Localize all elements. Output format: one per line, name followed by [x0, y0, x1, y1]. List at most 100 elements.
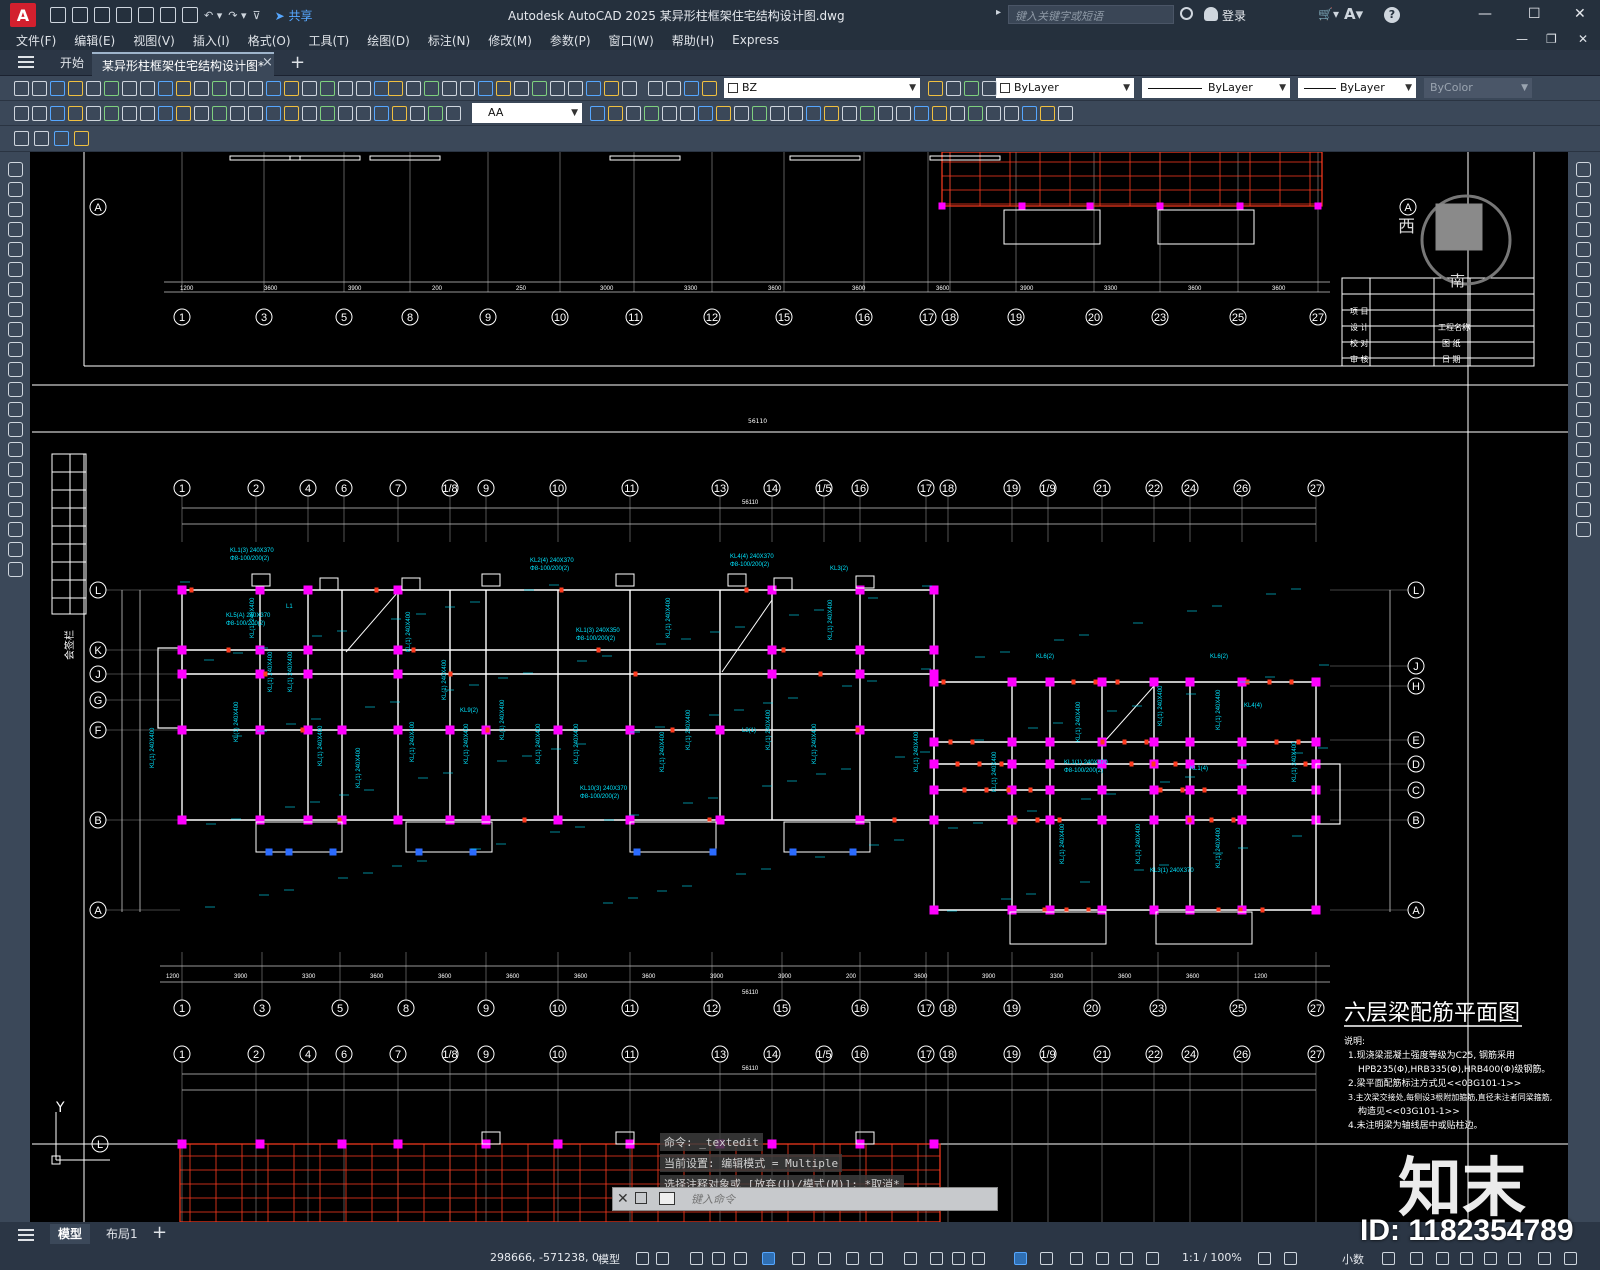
draw-tool-icon[interactable] [8, 162, 23, 177]
tool-icon[interactable] [950, 106, 965, 121]
tab-start[interactable]: 开始 [48, 50, 96, 76]
menu-insert[interactable]: 插入(I) [193, 32, 230, 49]
menu-format[interactable]: 格式(O) [248, 32, 291, 49]
file-tabs-menu-icon[interactable] [18, 56, 34, 71]
add-layout-button[interactable]: + [152, 1222, 167, 1243]
modify-tool-icon[interactable] [1576, 462, 1591, 477]
tool-icon[interactable] [968, 106, 983, 121]
draw-tool-icon[interactable] [8, 502, 23, 517]
tool-icon[interactable] [662, 106, 677, 121]
tool-icon[interactable] [806, 106, 821, 121]
modify-tool-icon[interactable] [1576, 402, 1591, 417]
doc-minimize-icon[interactable]: — [1516, 32, 1528, 46]
tool-icon[interactable] [716, 106, 731, 121]
tool-icon[interactable] [586, 81, 601, 96]
draw-tool-icon[interactable] [8, 242, 23, 257]
tool-icon[interactable] [140, 81, 155, 96]
tool-icon[interactable] [842, 106, 857, 121]
tool-icon[interactable] [608, 106, 623, 121]
tool-icon[interactable] [86, 106, 101, 121]
close-icon[interactable]: ✕ [617, 1191, 629, 1207]
tool-icon[interactable] [964, 81, 979, 96]
draw-tool-icon[interactable] [8, 362, 23, 377]
tool-icon[interactable] [532, 81, 547, 96]
customize-icon[interactable] [635, 1192, 647, 1204]
modify-tool-icon[interactable] [1576, 382, 1591, 397]
tool-icon[interactable] [176, 81, 191, 96]
tool-icon[interactable] [388, 81, 403, 96]
tool-icon[interactable] [680, 106, 695, 121]
modify-tool-icon[interactable] [1576, 162, 1591, 177]
tool-icon[interactable] [896, 106, 911, 121]
status-toggle-icon[interactable] [636, 1252, 649, 1265]
tool-icon[interactable] [122, 106, 137, 121]
status-toggle-icon[interactable] [930, 1252, 943, 1265]
tool-icon[interactable] [176, 106, 191, 121]
tool-icon[interactable] [158, 106, 173, 121]
tool-icon[interactable] [320, 106, 335, 121]
modify-tool-icon[interactable] [1576, 302, 1591, 317]
tool-icon[interactable] [982, 81, 997, 96]
cart-icon[interactable]: 🛒▾ [1318, 7, 1339, 21]
tool-icon[interactable] [478, 81, 493, 96]
command-input[interactable] [691, 1191, 981, 1208]
draw-tool-icon[interactable] [8, 542, 23, 557]
tool-icon[interactable] [428, 106, 443, 121]
modify-tool-icon[interactable] [1576, 222, 1591, 237]
status-toggle-icon[interactable] [870, 1252, 883, 1265]
tool-icon[interactable] [68, 106, 83, 121]
draw-tool-icon[interactable] [8, 442, 23, 457]
status-toggle-icon[interactable] [656, 1252, 669, 1265]
status-toggle-icon[interactable] [1096, 1252, 1109, 1265]
tool-icon[interactable] [460, 81, 475, 96]
tool-icon[interactable] [320, 81, 335, 96]
status-toggle-icon[interactable] [762, 1252, 775, 1265]
tool-icon[interactable] [374, 106, 389, 121]
modify-tool-icon[interactable] [1576, 442, 1591, 457]
tool-icon[interactable] [1004, 106, 1019, 121]
plotstyle-dropdown[interactable]: ByColor ▼ [1424, 78, 1532, 98]
tool-icon[interactable] [230, 81, 245, 96]
search-icon[interactable] [1180, 7, 1193, 20]
tab-model[interactable]: 模型 [50, 1224, 91, 1244]
modify-tool-icon[interactable] [1576, 262, 1591, 277]
tool-icon[interactable] [568, 81, 583, 96]
tool-icon[interactable] [50, 106, 65, 121]
tool-icon[interactable] [14, 131, 29, 146]
status-toggle-icon[interactable] [1460, 1252, 1473, 1265]
status-toggle-icon[interactable] [792, 1252, 805, 1265]
tool-icon[interactable] [622, 81, 637, 96]
user-icon[interactable] [1204, 7, 1218, 21]
draw-tool-icon[interactable] [8, 302, 23, 317]
tool-icon[interactable] [104, 81, 119, 96]
tool-icon[interactable] [194, 106, 209, 121]
save-icon[interactable] [94, 7, 110, 23]
status-toggle-icon[interactable] [904, 1252, 917, 1265]
minimize-icon[interactable]: — [1478, 6, 1492, 22]
modify-tool-icon[interactable] [1576, 182, 1591, 197]
status-toggle-icon[interactable] [1146, 1252, 1159, 1265]
tool-icon[interactable] [54, 131, 69, 146]
menu-help[interactable]: 帮助(H) [672, 32, 714, 49]
tool-icon[interactable] [284, 106, 299, 121]
tool-icon[interactable] [248, 81, 263, 96]
menu-express[interactable]: Express [732, 33, 779, 47]
tool-icon[interactable] [446, 106, 461, 121]
modify-tool-icon[interactable] [1576, 342, 1591, 357]
menu-file[interactable]: 文件(F) [16, 32, 56, 49]
menu-view[interactable]: 视图(V) [133, 32, 175, 49]
menu-edit[interactable]: 编辑(E) [74, 32, 115, 49]
lineweight-dropdown[interactable]: ByLayer ▼ [1298, 78, 1416, 98]
tool-icon[interactable] [86, 81, 101, 96]
tool-icon[interactable] [1022, 106, 1037, 121]
tool-icon[interactable] [986, 106, 1001, 121]
tool-icon[interactable] [734, 106, 749, 121]
tool-icon[interactable] [302, 106, 317, 121]
tool-icon[interactable] [424, 81, 439, 96]
tool-icon[interactable] [648, 81, 663, 96]
tool-icon[interactable] [514, 81, 529, 96]
menu-draw[interactable]: 绘图(D) [367, 32, 410, 49]
modify-tool-icon[interactable] [1576, 522, 1591, 537]
tool-icon[interactable] [496, 81, 511, 96]
tool-icon[interactable] [698, 106, 713, 121]
